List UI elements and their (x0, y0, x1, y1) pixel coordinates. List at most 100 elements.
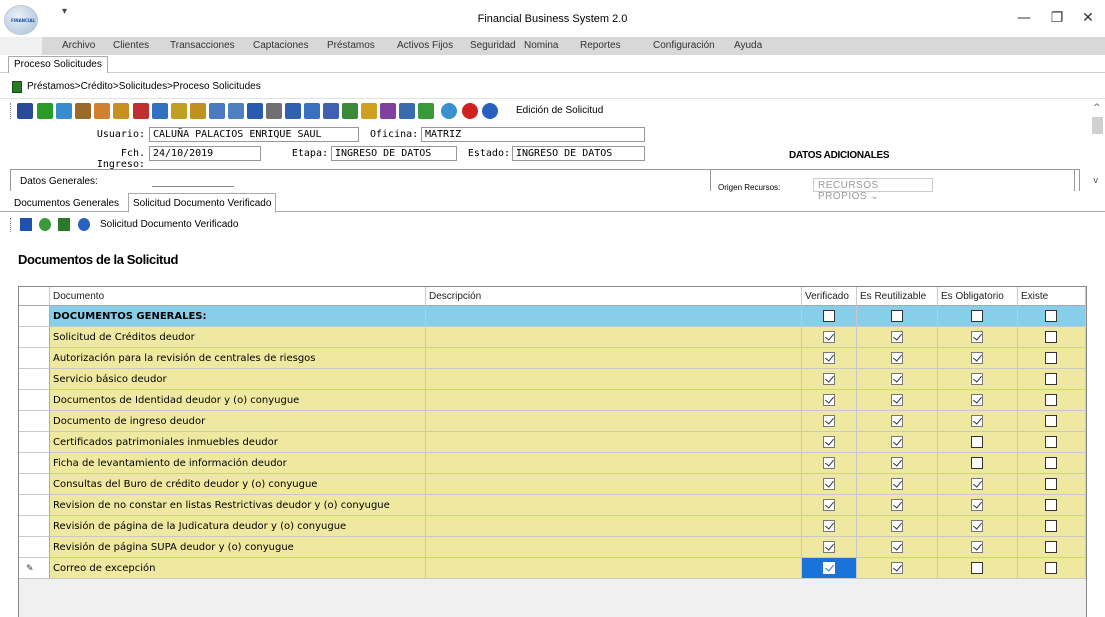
form-icon[interactable] (228, 103, 244, 119)
es-reutilizable-checkbox[interactable] (891, 436, 903, 448)
es-obligatorio-checkbox[interactable] (971, 373, 983, 385)
es-reutilizable-checkbox[interactable] (891, 373, 903, 385)
cell-descripcion[interactable] (426, 369, 802, 390)
save-icon[interactable] (20, 218, 32, 231)
existe-checkbox[interactable] (1045, 520, 1057, 532)
menu-item-reportes[interactable]: Reportes (580, 40, 621, 51)
datos-generales-field[interactable] (152, 186, 234, 187)
row-header[interactable] (19, 453, 50, 474)
column-header-documento[interactable]: Documento (50, 287, 426, 306)
verificado-checkbox[interactable] (823, 436, 835, 448)
column-header-es-reutilizable[interactable]: Es Reutilizable (857, 287, 938, 306)
documents-icon[interactable] (152, 103, 168, 119)
etapa-field[interactable]: INGRESO DE DATOS (331, 146, 457, 161)
column-header-existe[interactable]: Existe (1018, 287, 1086, 306)
info-icon[interactable] (78, 218, 90, 231)
es-reutilizable-checkbox[interactable] (891, 352, 903, 364)
menu-item-ayuda[interactable]: Ayuda (734, 40, 762, 51)
menu-item-transacciones[interactable]: Transacciones (170, 40, 235, 51)
cell-descripcion[interactable] (426, 558, 802, 579)
document-check-icon[interactable] (56, 103, 72, 119)
cell-documento[interactable]: Servicio básico deudor (50, 369, 426, 390)
es-reutilizable-checkbox[interactable] (891, 478, 903, 490)
cell-descripcion[interactable] (426, 411, 802, 432)
existe-checkbox[interactable] (1045, 478, 1057, 490)
edit-icon[interactable] (171, 103, 187, 119)
table-row[interactable]: Documento de ingreso deudor (19, 411, 1086, 432)
existe-checkbox[interactable] (1045, 499, 1057, 511)
es-obligatorio-checkbox[interactable] (971, 415, 983, 427)
spell-check-icon[interactable] (380, 103, 396, 119)
verificado-checkbox[interactable] (823, 520, 835, 532)
menu-item-nomina[interactable]: Nomina (524, 40, 558, 51)
verificado-checkbox[interactable] (823, 373, 835, 385)
people-icon[interactable] (361, 103, 377, 119)
doc-check-icon[interactable] (304, 103, 320, 119)
printer-icon[interactable] (266, 103, 282, 119)
verificado-checkbox[interactable] (823, 541, 835, 553)
cell-descripcion[interactable] (426, 516, 802, 537)
usuario-field[interactable]: CALUÑA PALACIOS ENRIQUE SAUL (149, 127, 359, 142)
column-header-descripcion[interactable]: Descripción (426, 287, 802, 306)
row-header[interactable] (19, 537, 50, 558)
existe-checkbox[interactable] (1045, 373, 1057, 385)
scrollbar-thumb[interactable] (1092, 117, 1103, 134)
cell-descripcion[interactable] (426, 495, 802, 516)
tab-documentos-generales[interactable]: Documentos Generales (10, 196, 123, 212)
origen-recursos-select[interactable]: RECURSOS PROPIOS ⌄ (813, 178, 933, 202)
es-obligatorio-checkbox[interactable] (971, 331, 983, 343)
cell-descripcion[interactable] (426, 432, 802, 453)
doc-edit-icon[interactable] (418, 103, 434, 119)
book-icon[interactable] (323, 103, 339, 119)
es-reutilizable-checkbox[interactable] (891, 331, 903, 343)
globe-icon[interactable] (441, 103, 457, 119)
verificado-checkbox[interactable] (823, 394, 835, 406)
group-row[interactable]: DOCUMENTOS GENERALES: (19, 306, 1086, 327)
maximize-button[interactable]: ❐ (1047, 8, 1067, 28)
es-obligatorio-checkbox[interactable] (971, 478, 983, 490)
verificado-checkbox[interactable] (823, 352, 835, 364)
existe-checkbox[interactable] (1045, 562, 1057, 574)
cell-documento[interactable]: Consultas del Buro de crédito deudor y (… (50, 474, 426, 495)
column-header-verificado[interactable]: Verificado (802, 287, 857, 306)
verificado-checkbox[interactable] (823, 562, 835, 574)
existe-checkbox[interactable] (1045, 331, 1057, 343)
table-row[interactable]: Documentos de Identidad deudor y (o) con… (19, 390, 1086, 411)
table-row[interactable]: Servicio básico deudor (19, 369, 1086, 390)
verificado-checkbox[interactable] (823, 478, 835, 490)
table-row[interactable]: Revisión de página SUPA deudor y (o) con… (19, 537, 1086, 558)
cell-descripcion[interactable] (426, 537, 802, 558)
cell-documento[interactable]: Ficha de levantamiento de información de… (50, 453, 426, 474)
row-header[interactable] (19, 495, 50, 516)
es-reutilizable-checkbox[interactable] (891, 520, 903, 532)
existe-checkbox[interactable] (1045, 394, 1057, 406)
scroll-down-arrow-icon[interactable]: v (1093, 176, 1098, 186)
close-button[interactable]: ✕ (1078, 8, 1098, 28)
cell-documento[interactable]: Revision de no constar en listas Restric… (50, 495, 426, 516)
menu-item-captaciones[interactable]: Captaciones (253, 40, 309, 51)
row-header[interactable] (19, 432, 50, 453)
minimize-button[interactable]: — (1014, 8, 1034, 28)
menu-item-seguridad[interactable]: Seguridad (470, 40, 516, 51)
refresh-icon[interactable] (94, 103, 110, 119)
cell-documento[interactable]: Revisión de página de la Judicatura deud… (50, 516, 426, 537)
fch-ingreso-field[interactable]: 24/10/2019 (149, 146, 261, 161)
es-reutilizable-checkbox[interactable] (891, 415, 903, 427)
pdf-icon[interactable] (133, 103, 149, 119)
existe-checkbox[interactable] (1045, 415, 1057, 427)
list-icon[interactable] (17, 103, 33, 119)
cell-descripcion[interactable] (426, 306, 802, 327)
exit-icon[interactable] (58, 218, 70, 231)
org-chart-icon[interactable] (209, 103, 225, 119)
menu-item-archivo[interactable]: Archivo (62, 40, 95, 51)
table-row[interactable]: ✎ Correo de excepción (19, 558, 1086, 579)
menu-item-configuraci-n[interactable]: Configuración (653, 40, 715, 51)
es-reutilizable-checkbox[interactable] (891, 562, 903, 574)
scroll-up-arrow-icon[interactable]: ^ (1093, 103, 1101, 113)
es-reutilizable-checkbox[interactable] (891, 457, 903, 469)
cell-documento[interactable]: Correo de excepción (50, 558, 426, 579)
exit-door-icon[interactable] (12, 81, 22, 93)
row-header[interactable] (19, 306, 50, 327)
table-row[interactable]: Solicitud de Créditos deudor (19, 327, 1086, 348)
es-reutilizable-checkbox[interactable] (891, 310, 903, 322)
